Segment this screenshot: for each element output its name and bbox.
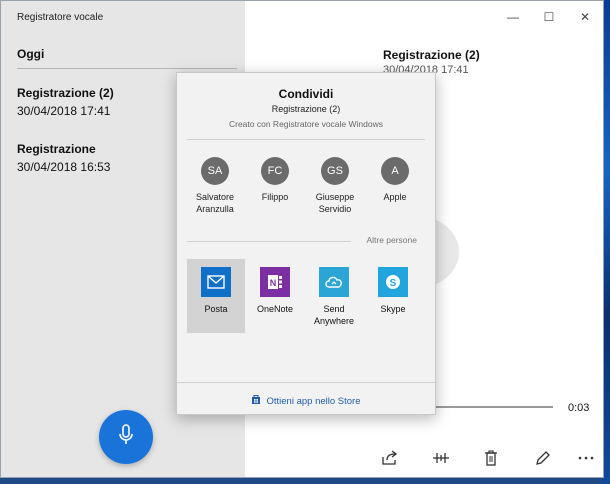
contact-name: Apple: [367, 191, 423, 203]
avatar: GS: [321, 157, 349, 185]
other-people-row: Altre persone: [187, 235, 425, 247]
share-item-name: Registrazione (2): [271, 104, 341, 114]
app-name-line: Skype: [380, 304, 406, 314]
app-name: Send Anywhere: [305, 303, 363, 327]
share-title: Condividi: [278, 87, 334, 101]
get-apps-in-store-link[interactable]: Ottieni app nello Store: [177, 394, 435, 408]
contact-name-line: Filippo: [261, 192, 289, 202]
contact-name-line: Salvatore: [195, 192, 235, 202]
playback-time: 0:03: [568, 402, 590, 414]
avatar: SA: [201, 157, 229, 185]
delete-icon[interactable]: [480, 447, 502, 469]
trim-icon[interactable]: [430, 447, 452, 469]
app-name: OneNote: [246, 303, 304, 315]
app-name-line: Posta: [204, 304, 228, 314]
contact-name: Filippo: [247, 191, 303, 203]
rename-pencil-icon[interactable]: [532, 447, 554, 469]
skype-icon: S: [378, 267, 408, 297]
section-divider: [17, 68, 237, 69]
app-name-line: Anywhere: [313, 316, 355, 326]
avatar: FC: [261, 157, 289, 185]
share-flyout: Condividi Registrazione (2) Creato con R…: [176, 72, 436, 415]
svg-text:S: S: [390, 278, 397, 289]
svg-text:N: N: [270, 278, 277, 288]
contact-apple[interactable]: A Apple: [367, 157, 423, 203]
share-app-skype[interactable]: S Skype: [364, 259, 422, 333]
avatar: A: [381, 157, 409, 185]
app-window: Registratore vocale Oggi Registrazione (…: [0, 0, 604, 478]
close-button[interactable]: ✕: [567, 1, 603, 33]
title-bar-controls: — ☐ ✕: [495, 1, 603, 33]
contact-name-line: Giuseppe: [315, 192, 355, 202]
divider: [187, 241, 351, 242]
app-name: Posta: [187, 303, 245, 315]
store-link-label: Ottieni app nello Store: [266, 395, 361, 407]
contact-giuseppe-servidio[interactable]: GS Giuseppe Servidio: [307, 157, 363, 215]
mail-icon: [201, 267, 231, 297]
contact-salvatore-aranzulla[interactable]: SA Salvatore Aranzulla: [187, 157, 243, 215]
app-title: Registratore vocale: [17, 12, 104, 23]
share-caption: Creato con Registratore vocale Windows: [228, 119, 383, 129]
store-bag-icon: [251, 394, 261, 408]
contact-name: Salvatore Aranzulla: [187, 191, 243, 215]
onenote-icon: N: [260, 267, 290, 297]
more-options-icon[interactable]: [575, 447, 597, 469]
microphone-icon: [117, 423, 135, 451]
contact-filippo[interactable]: FC Filippo: [247, 157, 303, 203]
share-app-onenote[interactable]: N OneNote: [246, 259, 304, 333]
app-name: Skype: [364, 303, 422, 315]
playback-scrubber[interactable]: [435, 406, 553, 408]
record-button[interactable]: [99, 410, 153, 464]
detail-title: Registrazione (2): [383, 48, 480, 62]
contact-name-line: Servidio: [318, 204, 352, 214]
bottom-toolbar: [371, 447, 601, 469]
section-header-today: Oggi: [17, 47, 45, 61]
contact-name-line: Apple: [383, 192, 407, 202]
share-icon[interactable]: [379, 447, 401, 469]
divider: [177, 382, 435, 383]
app-name-line: Send: [323, 304, 345, 314]
other-people-label: Altre persone: [366, 235, 417, 245]
minimize-button[interactable]: —: [495, 1, 531, 33]
contact-name-line: Aranzulla: [196, 204, 234, 214]
maximize-button[interactable]: ☐: [531, 1, 567, 33]
share-app-posta[interactable]: Posta: [187, 259, 245, 333]
share-app-send-anywhere[interactable]: Send Anywhere: [305, 259, 363, 333]
contact-name: Giuseppe Servidio: [307, 191, 363, 215]
divider: [187, 139, 425, 140]
send-anywhere-icon: [319, 267, 349, 297]
app-name-line: OneNote: [256, 304, 294, 314]
